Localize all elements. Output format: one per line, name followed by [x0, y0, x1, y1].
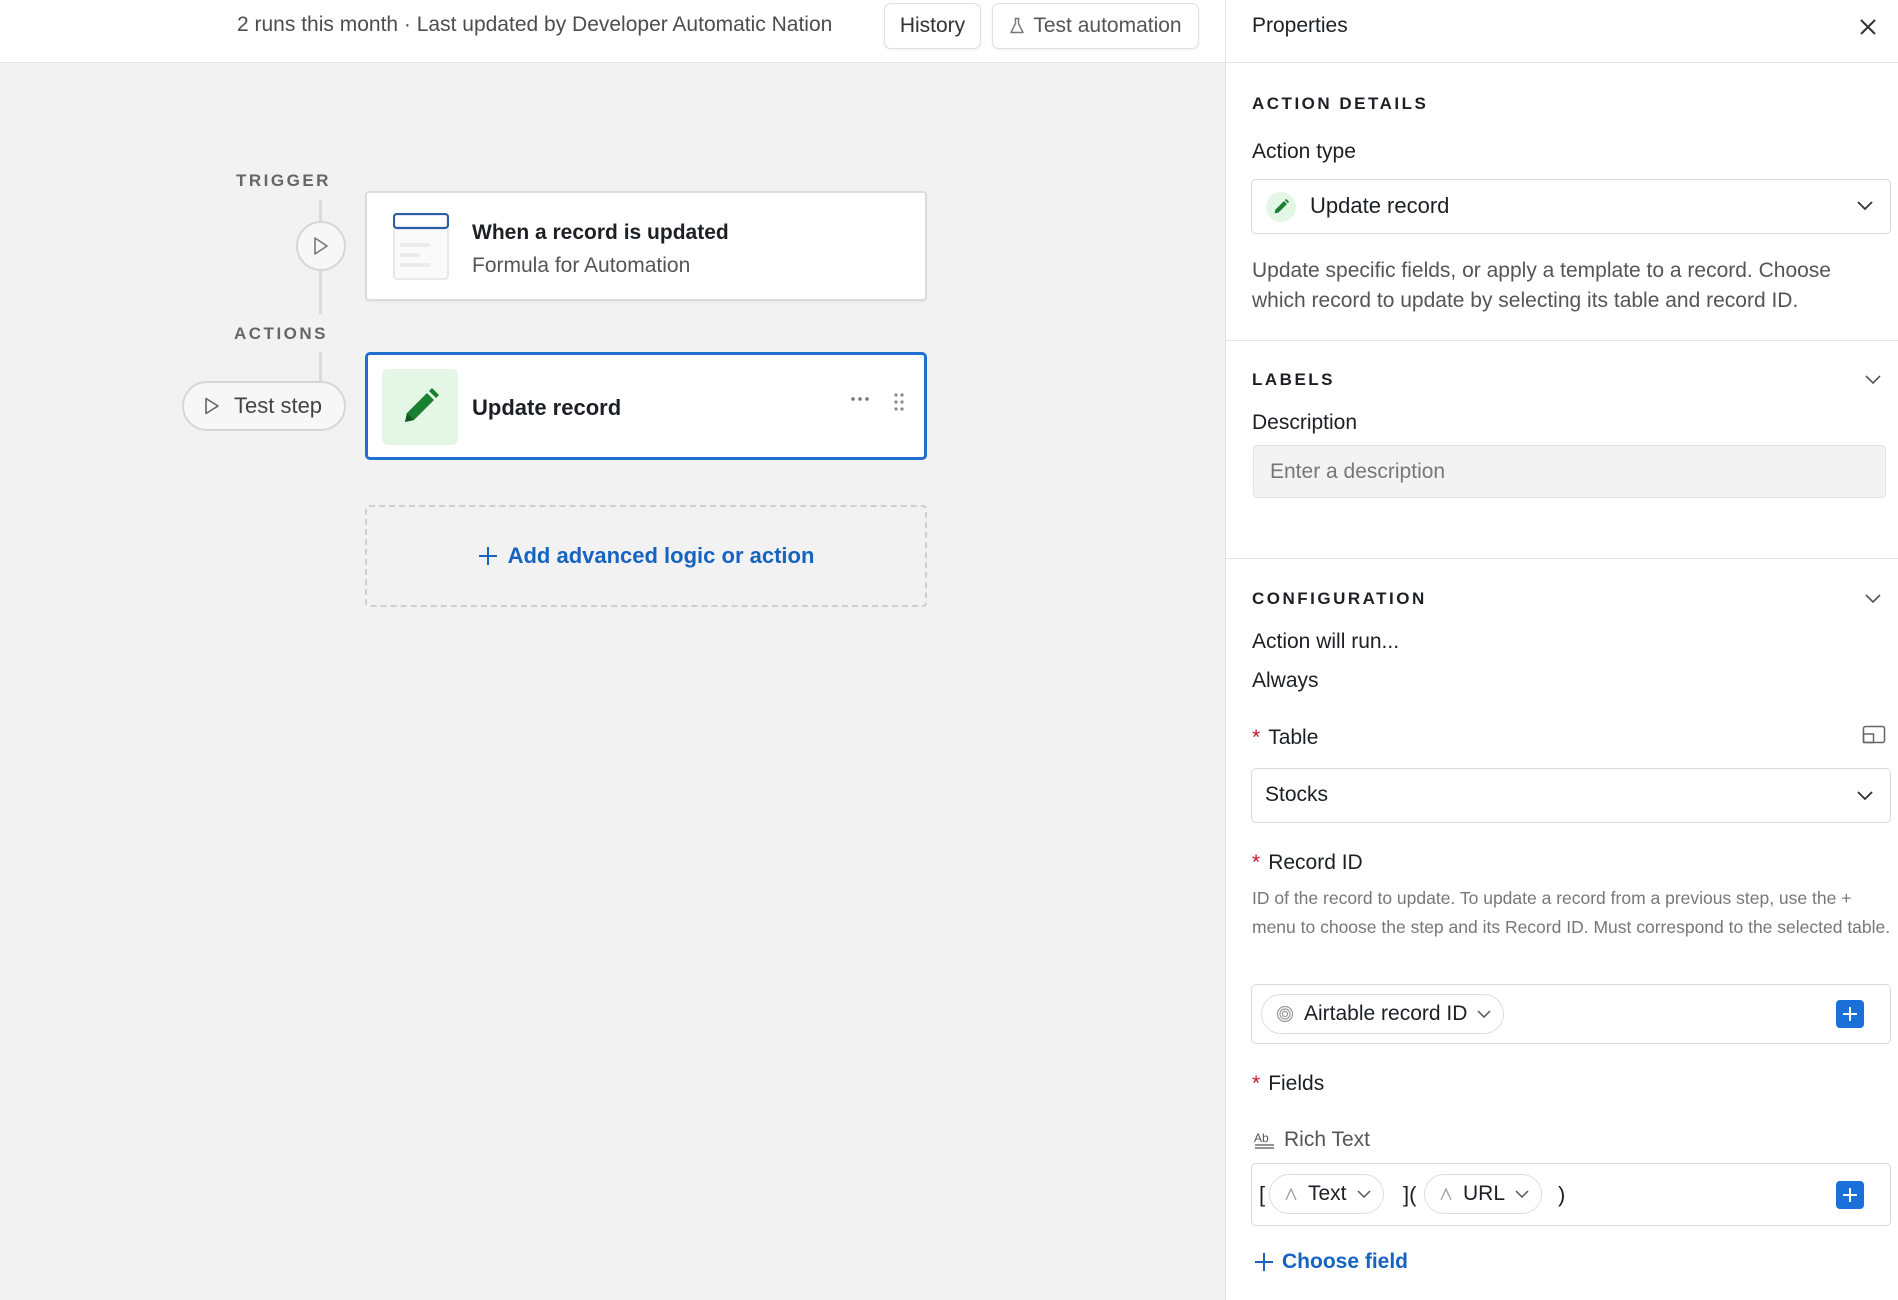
description-input[interactable]: [1253, 445, 1886, 498]
fingerprint-icon: [1276, 1005, 1294, 1023]
test-automation-button[interactable]: Test automation: [992, 3, 1199, 49]
chevron-down-icon[interactable]: [1862, 588, 1884, 610]
chevron-down-icon[interactable]: [1862, 369, 1884, 391]
text-field-icon: [1439, 1187, 1453, 1201]
history-button[interactable]: History: [884, 3, 981, 49]
close-icon[interactable]: [1855, 14, 1881, 40]
trigger-play-button[interactable]: [296, 221, 346, 271]
table-label-text: Table: [1268, 726, 1319, 749]
pencil-icon: [1266, 192, 1296, 222]
flask-icon: [1010, 17, 1025, 34]
action-type-select[interactable]: Update record: [1251, 179, 1891, 234]
chevron-down-icon: [1854, 195, 1876, 217]
chevron-down-icon: [1515, 1189, 1529, 1199]
svg-text:Ab: Ab: [1254, 1131, 1269, 1145]
record-id-input[interactable]: Airtable record ID: [1251, 984, 1891, 1044]
top-bar: 2 runs this month · Last updated by Deve…: [0, 0, 1225, 63]
panel-title: Properties: [1252, 14, 1348, 37]
rich-text-icon: Ab: [1254, 1131, 1274, 1149]
automation-canvas: 2 runs this month · Last updated by Deve…: [0, 0, 1225, 1300]
connector-line: [319, 200, 322, 221]
play-icon: [314, 237, 328, 255]
record-id-label-text: Record ID: [1268, 851, 1363, 874]
action-title: Update record: [472, 395, 622, 420]
trigger-title: When a record is updated: [472, 221, 729, 244]
description-label: Description: [1252, 411, 1358, 434]
table-select[interactable]: Stocks: [1251, 768, 1891, 823]
chevron-down-icon: [1356, 1189, 1371, 1199]
trigger-card[interactable]: When a record is updated Formula for Aut…: [365, 191, 927, 301]
table-record-icon: [393, 213, 449, 280]
properties-panel: Properties ACTION DETAILS Action type Up…: [1225, 0, 1898, 1300]
open-bracket-text: [: [1259, 1182, 1266, 1207]
test-step-button[interactable]: Test step: [182, 381, 346, 431]
add-token-plus-icon[interactable]: [1836, 1000, 1864, 1028]
choose-field-button[interactable]: Choose field: [1254, 1250, 1408, 1274]
trigger-subtitle: Formula for Automation: [472, 254, 691, 277]
add-advanced-logic-button[interactable]: Add advanced logic or action: [365, 505, 927, 607]
record-id-token[interactable]: Airtable record ID: [1261, 994, 1505, 1034]
required-marker: *: [1252, 726, 1261, 749]
more-horizontal-icon[interactable]: [846, 385, 874, 413]
text-token-label: Text: [1308, 1182, 1347, 1205]
table-value: Stocks: [1265, 783, 1329, 806]
test-step-label: Test step: [234, 393, 323, 418]
action-runs-label: Action will run...: [1252, 630, 1400, 653]
chevron-down-icon: [1854, 785, 1876, 807]
fields-label: * Fields: [1252, 1072, 1324, 1096]
middle-bracket-text: ](: [1403, 1182, 1417, 1207]
rich-text-field-label: Ab Rich Text: [1254, 1128, 1370, 1152]
plus-icon: [1255, 1253, 1273, 1271]
action-card-update-record[interactable]: Update record: [365, 352, 927, 460]
action-details-heading: ACTION DETAILS: [1252, 94, 1429, 113]
expand-icon[interactable]: [1862, 725, 1886, 745]
add-token-plus-icon[interactable]: [1836, 1181, 1864, 1209]
rich-text-field-input[interactable]: [ Text ]( URL ): [1251, 1163, 1891, 1226]
add-logic-label: Add advanced logic or action: [507, 543, 815, 568]
action-type-value: Update record: [1310, 193, 1450, 218]
play-icon: [205, 397, 219, 415]
configuration-heading: CONFIGURATION: [1252, 589, 1427, 608]
required-marker: *: [1252, 1072, 1261, 1095]
close-paren-text: ): [1558, 1182, 1566, 1207]
labels-heading: LABELS: [1252, 370, 1335, 389]
divider: [1226, 558, 1898, 559]
url-token-label: URL: [1463, 1182, 1506, 1205]
fields-label-text: Fields: [1268, 1072, 1325, 1095]
runs-summary-text: 2 runs this month · Last updated by Deve…: [237, 13, 833, 36]
record-id-token-label: Airtable record ID: [1304, 1002, 1468, 1025]
drag-handle-icon[interactable]: [889, 385, 909, 419]
url-token[interactable]: URL: [1424, 1174, 1543, 1214]
panel-header: Properties: [1226, 0, 1898, 63]
action-type-description: Update specific fields, or apply a templ…: [1252, 259, 1831, 312]
record-id-help-text: ID of the record to update. To update a …: [1252, 888, 1891, 937]
text-field-icon: [1284, 1187, 1298, 1201]
action-runs-value[interactable]: Always: [1252, 669, 1319, 693]
connector-line: [319, 352, 322, 381]
actions-section-label: ACTIONS: [234, 324, 328, 343]
table-label: * Table: [1252, 726, 1318, 750]
connector-line: [319, 271, 322, 314]
action-type-label: Action type: [1252, 140, 1356, 163]
rich-text-field-name: Rich Text: [1284, 1128, 1370, 1151]
divider: [1226, 340, 1898, 341]
plus-icon: [478, 547, 497, 565]
action-icon-container: [382, 369, 458, 445]
pencil-icon: [405, 388, 439, 422]
required-marker: *: [1252, 851, 1261, 874]
test-automation-label: Test automation: [1033, 14, 1182, 37]
text-token[interactable]: Text: [1269, 1174, 1384, 1214]
trigger-section-label: TRIGGER: [236, 171, 331, 190]
record-id-label: * Record ID: [1252, 851, 1363, 875]
chevron-down-icon: [1477, 1009, 1491, 1019]
choose-field-label: Choose field: [1282, 1250, 1409, 1273]
